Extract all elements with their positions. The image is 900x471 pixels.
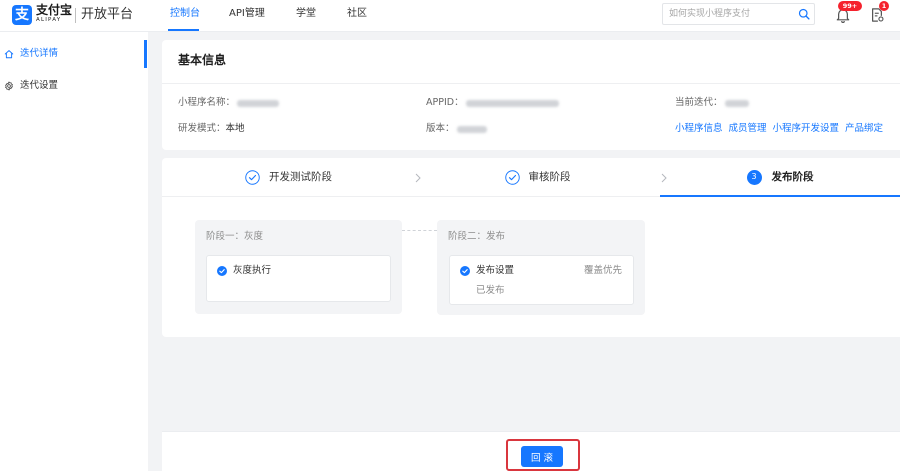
sidebar-item-iteration-settings[interactable]: 迭代设置 xyxy=(0,72,148,100)
field-label: 当前迭代： xyxy=(675,97,723,109)
search-input[interactable] xyxy=(669,4,793,24)
redacted-value xyxy=(456,125,487,133)
redacted-value xyxy=(237,99,280,107)
nav-tab-community[interactable]: 社区 xyxy=(347,9,367,19)
field-label: 版本： xyxy=(426,123,455,135)
step-label: 发布阶段 xyxy=(771,170,814,183)
gear-icon xyxy=(4,81,14,91)
alipay-logo-text: 支付宝 ALIPAY xyxy=(36,4,72,24)
sidebar-item-iteration-detail[interactable]: 迭代详情 xyxy=(0,40,148,68)
search-box xyxy=(662,3,815,25)
logo-brand: 支付宝 xyxy=(36,3,73,17)
task-label: 灰度执行 xyxy=(233,265,272,276)
action-footer: 回 滚 xyxy=(162,431,900,471)
sidebar-item-label: 迭代详情 xyxy=(20,48,59,60)
task-strategy-tag: 覆盖优先 xyxy=(583,265,622,276)
field-label: APPID： xyxy=(426,97,464,109)
release-stages-card: 开发测试阶段 审核阶段 3 发布阶段 阶段一：灰度 灰度执行 阶段二：发布 发布… xyxy=(162,158,900,337)
field-current-iteration: 当前迭代： xyxy=(675,97,749,109)
field-miniapp-name: 小程序名称： xyxy=(178,97,280,109)
todo-badge: 1 xyxy=(879,1,889,11)
nav-tab-console[interactable]: 控制台 xyxy=(170,9,200,19)
redacted-value xyxy=(724,99,749,107)
step-release[interactable]: 3 发布阶段 xyxy=(660,158,900,196)
field-version: 版本： xyxy=(426,123,487,135)
task-status: 已发布 xyxy=(476,285,505,296)
task-card-publish-settings[interactable]: 发布设置 覆盖优先 已发布 xyxy=(449,255,634,305)
step-number-badge: 3 xyxy=(746,169,762,185)
nav-active-indicator xyxy=(168,29,199,31)
step-dev-test[interactable]: 开发测试阶段 xyxy=(162,158,415,196)
top-header: 支 支付宝 ALIPAY 开放平台 控制台 API管理 学堂 社区 99+ 1 xyxy=(0,0,900,32)
rollback-button[interactable]: 回 滚 xyxy=(521,446,563,467)
platform-title[interactable]: 开放平台 xyxy=(81,8,133,21)
home-icon xyxy=(4,49,14,59)
logo-brand-en: ALIPAY xyxy=(36,17,62,23)
task-label: 发布设置 xyxy=(476,265,515,276)
link-member-management[interactable]: 成员管理 xyxy=(729,124,767,134)
field-dev-mode: 研发模式： 本地 xyxy=(178,123,245,135)
check-filled-icon xyxy=(217,266,227,276)
sidebar-item-label: 迭代设置 xyxy=(20,80,59,92)
basic-info-card: 基本信息 小程序名称： APPID： 当前迭代： 研发模式： 本地 版本： 小程… xyxy=(162,40,900,150)
check-filled-icon xyxy=(460,266,470,276)
alipay-logo[interactable]: 支 支付宝 ALIPAY xyxy=(12,3,72,27)
stage-steps: 开发测试阶段 审核阶段 3 发布阶段 xyxy=(162,158,900,197)
field-label: 小程序名称： xyxy=(178,97,236,109)
link-dev-settings[interactable]: 小程序开发设置 xyxy=(773,124,840,134)
stage-publish: 阶段二：发布 发布设置 覆盖优先 已发布 xyxy=(437,220,645,315)
card-title: 基本信息 xyxy=(178,53,227,67)
redacted-value xyxy=(465,99,559,107)
stage-connector xyxy=(402,230,437,231)
field-value: 本地 xyxy=(225,123,245,135)
field-appid: APPID： xyxy=(426,97,559,109)
step-review[interactable]: 审核阶段 xyxy=(415,158,660,196)
task-card-gray-execute[interactable]: 灰度执行 xyxy=(206,255,391,302)
nav-tab-api[interactable]: API管理 xyxy=(229,9,265,19)
alipay-logo-mark: 支 xyxy=(12,5,32,25)
sidebar: 迭代详情 迭代设置 xyxy=(0,32,148,471)
stage-title: 阶段二：发布 xyxy=(448,231,506,242)
nav-tab-academy[interactable]: 学堂 xyxy=(296,9,316,19)
logo-divider xyxy=(75,8,76,23)
link-miniapp-info[interactable]: 小程序信息 xyxy=(675,124,723,134)
divider xyxy=(162,83,900,84)
check-circle-icon xyxy=(245,169,260,185)
sidebar-active-indicator xyxy=(144,40,147,68)
search-icon[interactable] xyxy=(798,8,810,20)
field-label: 研发模式： xyxy=(178,123,226,135)
notification-badge: 99+ xyxy=(838,1,862,11)
step-label: 开发测试阶段 xyxy=(269,170,332,183)
stage-title: 阶段一：灰度 xyxy=(206,231,264,242)
quick-links: 小程序信息 成员管理 小程序开发设置 产品绑定 xyxy=(675,123,883,135)
active-step-indicator xyxy=(660,195,900,197)
link-product-binding[interactable]: 产品绑定 xyxy=(845,124,883,134)
step-label: 审核阶段 xyxy=(528,170,571,183)
stage-gray-release: 阶段一：灰度 灰度执行 xyxy=(195,220,402,314)
check-circle-icon xyxy=(504,169,520,185)
